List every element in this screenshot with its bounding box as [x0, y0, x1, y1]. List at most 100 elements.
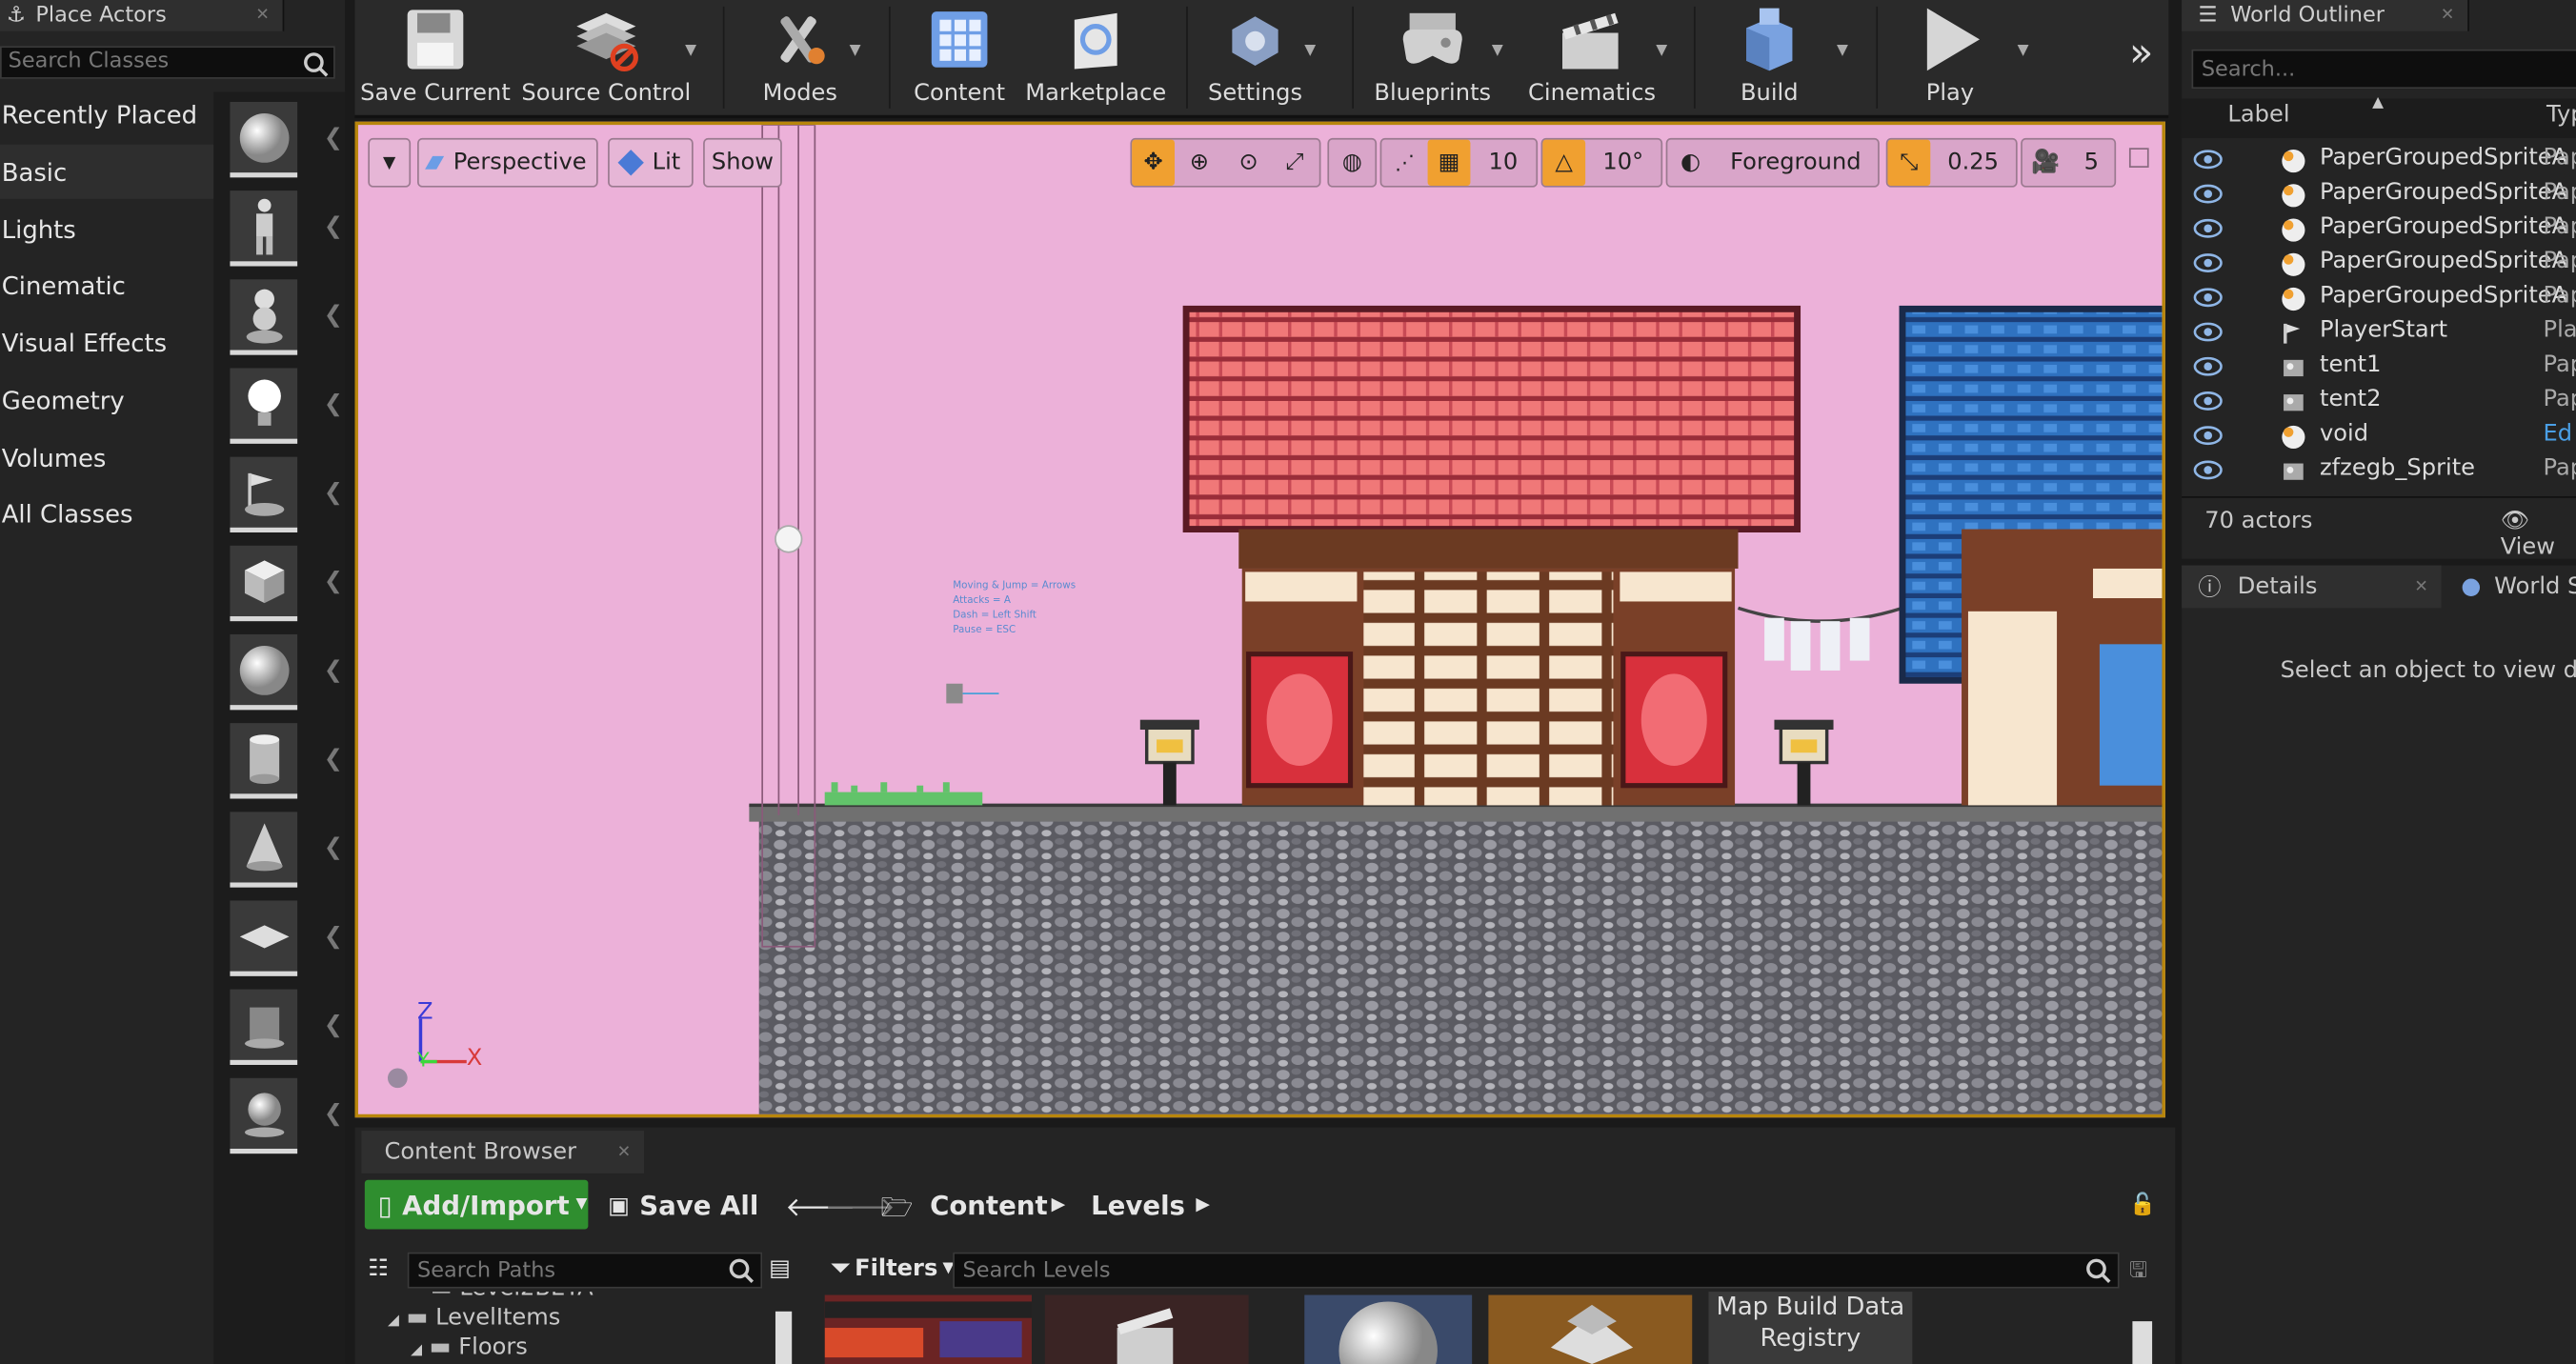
maximize-viewport-icon[interactable]: [2128, 148, 2149, 168]
outliner-row[interactable]: tent1 Pap: [2182, 350, 2576, 384]
source-control-button[interactable]: Source Control: [519, 0, 694, 111]
play-dropdown-icon[interactable]: ▼: [2018, 43, 2029, 59]
lit-button[interactable]: Lit: [608, 137, 694, 188]
source-control-dropdown-icon[interactable]: ▼: [685, 43, 696, 59]
breadcrumb-content[interactable]: Content: [930, 1190, 1048, 1221]
visibility-eye-icon[interactable]: [2193, 184, 2223, 211]
category-geometry[interactable]: Geometry: [0, 373, 215, 428]
visibility-eye-icon[interactable]: [2193, 218, 2223, 245]
world-local-toggle[interactable]: ◍: [1327, 137, 1378, 188]
category-lights[interactable]: Lights: [0, 202, 215, 256]
outliner-row[interactable]: PaperGroupedSpriteAPap: [2182, 177, 2576, 211]
breadcrumb-arrow-icon[interactable]: ▶: [1196, 1194, 1210, 1214]
outliner-row[interactable]: PaperGroupedSpriteAPap: [2182, 247, 2576, 281]
outliner-row[interactable]: tent2 Pap: [2182, 385, 2576, 419]
asset-thumb-level[interactable]: [824, 1294, 1032, 1364]
cinematics-dropdown-icon[interactable]: ▼: [1656, 43, 1667, 59]
layer-icon[interactable]: ◐: [1667, 150, 1713, 176]
outliner-row[interactable]: PaperGroupedSpriteAPap: [2182, 281, 2576, 315]
visibility-eye-icon[interactable]: [2193, 356, 2223, 383]
outliner-row[interactable]: PlayerStart Pla: [2182, 315, 2576, 350]
resize-tool-icon[interactable]: ⤢: [1273, 150, 1316, 176]
modes-dropdown-icon[interactable]: ▼: [850, 43, 861, 59]
scale-snap-icon[interactable]: ⤡: [1887, 139, 1931, 186]
visibility-eye-icon[interactable]: [2193, 322, 2223, 349]
visibility-eye-icon[interactable]: [2193, 288, 2223, 314]
path-view-options-icon[interactable]: ▤: [769, 1255, 791, 1282]
close-icon[interactable]: ✕: [255, 7, 269, 25]
category-cinematic[interactable]: Cinematic: [0, 258, 215, 312]
label-column-header[interactable]: Label: [2227, 102, 2289, 129]
add-import-button[interactable]: ▯ Add/Import ▼: [364, 1179, 589, 1230]
blueprints-button[interactable]: Blueprints: [1370, 0, 1495, 111]
show-button[interactable]: Show: [703, 137, 782, 188]
outliner-row[interactable]: PaperGroupedSpriteAPap: [2182, 212, 2576, 247]
asset-scrollbar[interactable]: [2132, 1321, 2153, 1364]
settings-dropdown-icon[interactable]: ▼: [1304, 43, 1316, 59]
save-search-icon[interactable]: 🖫: [2129, 1255, 2147, 1292]
surface-snap-icon[interactable]: ⋰: [1381, 151, 1427, 174]
close-icon[interactable]: ✕: [2414, 577, 2427, 595]
toolbar-overflow-icon[interactable]: »: [2129, 30, 2153, 75]
view-options-icon[interactable]: [387, 1068, 408, 1089]
actor-thumb-cylinder[interactable]: [230, 723, 298, 799]
visibility-eye-icon[interactable]: [2193, 426, 2223, 452]
actor-thumb-empty-actor[interactable]: [230, 101, 298, 178]
place-actors-tab[interactable]: ⚓ Place Actors ✕: [0, 0, 285, 31]
save-current-button[interactable]: Save Current: [360, 0, 511, 111]
category-recently-placed[interactable]: Recently Placed: [0, 87, 215, 141]
details-tab[interactable]: ⓘ Details ✕: [2182, 565, 2442, 609]
tree-item-level2beta[interactable]: ▬ Level2BETA: [431, 1292, 594, 1301]
outliner-row[interactable]: void Ed: [2182, 419, 2576, 453]
type-column-header[interactable]: Type: [2546, 102, 2576, 129]
content-browser-tab[interactable]: Content Browser ✕: [361, 1131, 645, 1173]
search-classes-input[interactable]: Search Classes: [0, 46, 335, 79]
actor-thumb-cone[interactable]: [230, 812, 298, 888]
filters-button[interactable]: ⏷ Filters ▼: [832, 1255, 955, 1282]
blueprints-dropdown-icon[interactable]: ▼: [1492, 43, 1503, 59]
grid-snap-icon[interactable]: ▦: [1427, 139, 1471, 186]
actor-thumb-pawn[interactable]: [230, 279, 298, 355]
level-viewport[interactable]: Moving & Jump = Arrows Attacks = A Dash …: [354, 121, 2165, 1118]
outliner-row[interactable]: zfzegb_Sprite Pap: [2182, 453, 2576, 488]
play-button[interactable]: Play: [1896, 0, 2004, 111]
camera-speed-value[interactable]: 5: [2068, 150, 2114, 176]
grid-snap-value[interactable]: 10: [1470, 150, 1536, 176]
view-options-button[interactable]: 👁 View: [2501, 508, 2576, 560]
category-basic[interactable]: Basic: [0, 144, 215, 199]
sources-toggle-icon[interactable]: ☷: [368, 1255, 389, 1282]
visibility-eye-icon[interactable]: [2193, 150, 2223, 176]
asset-thumb-sphere[interactable]: [1304, 1294, 1473, 1364]
actor-thumb-point-light[interactable]: [230, 368, 298, 444]
cinematics-button[interactable]: Cinematics: [1528, 0, 1657, 111]
actor-thumb-sphere-trigger[interactable]: [230, 1077, 298, 1154]
actor-thumb-sphere[interactable]: [230, 633, 298, 711]
actor-thumb-plane[interactable]: [230, 900, 298, 976]
scale-snap-value[interactable]: 0.25: [1930, 150, 2016, 176]
visibility-eye-icon[interactable]: [2193, 253, 2223, 280]
perspective-button[interactable]: Perspective: [417, 137, 598, 188]
content-button[interactable]: Content: [907, 0, 1012, 111]
world-outliner-tab[interactable]: ☰ World Outliner ✕: [2182, 0, 2469, 31]
visibility-eye-icon[interactable]: [2193, 460, 2223, 487]
translate-tool-icon[interactable]: ✥: [1132, 139, 1176, 186]
actor-thumb-cube[interactable]: [230, 545, 298, 622]
rotation-snap-icon[interactable]: △: [1542, 139, 1586, 186]
close-icon[interactable]: ✕: [617, 1143, 631, 1161]
actor-thumb-player-start[interactable]: [230, 456, 298, 532]
actor-thumb-character[interactable]: [230, 191, 298, 267]
world-settings-tab[interactable]: ● World S: [2451, 566, 2576, 609]
asset-map-build-data-registry[interactable]: Map Build Data Registry: [1708, 1292, 1913, 1364]
marketplace-button[interactable]: Marketplace: [1022, 0, 1170, 111]
layer-value[interactable]: Foreground: [1714, 150, 1878, 176]
rotation-snap-value[interactable]: 10°: [1585, 150, 1660, 176]
category-visual-effects[interactable]: Visual Effects: [0, 315, 215, 370]
tree-item-floors[interactable]: ◢ ▬ Floors: [411, 1334, 528, 1361]
category-volumes[interactable]: Volumes: [0, 431, 215, 485]
viewport-options-button[interactable]: ▼: [368, 137, 412, 188]
visibility-eye-icon[interactable]: [2193, 391, 2223, 418]
asset-thumb-world[interactable]: [1488, 1294, 1693, 1364]
camera-speed-icon[interactable]: 🎥: [2023, 150, 2068, 176]
modes-button[interactable]: Modes: [742, 0, 857, 111]
actor-thumb-box-trigger[interactable]: [230, 989, 298, 1065]
